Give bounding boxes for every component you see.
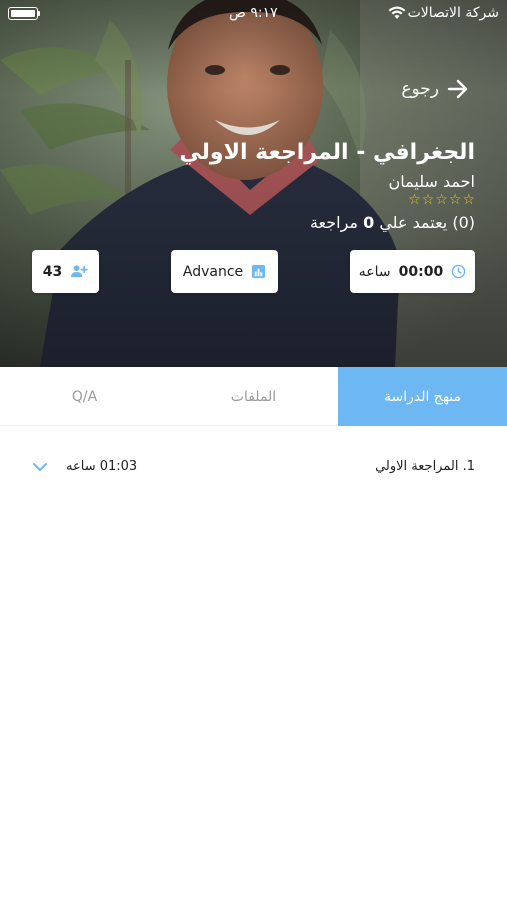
level-label: Advance bbox=[182, 263, 244, 280]
lesson-title: 1. المراجعة الاولي bbox=[375, 459, 475, 474]
reviews-summary: (0) يعتمد علي 0 مراجعة bbox=[310, 213, 475, 232]
clock-icon bbox=[451, 264, 466, 279]
reviews-suffix: مراجعة bbox=[309, 213, 364, 232]
duration-value: 00:00 bbox=[398, 263, 444, 280]
star-icon: ☆ bbox=[421, 192, 435, 208]
students-count: 43 bbox=[42, 263, 63, 280]
wifi-icon bbox=[388, 6, 406, 19]
star-icon: ☆ bbox=[408, 192, 421, 208]
lesson-row[interactable]: 1. المراجعة الاولي 01:03 ساعه bbox=[0, 445, 507, 491]
star-icon: ☆ bbox=[435, 192, 448, 208]
star-icon: ☆ bbox=[462, 192, 475, 208]
course-title: الجغرافي - المراجعة الاولي bbox=[179, 140, 475, 165]
course-hero: ٩:١٧ ص شركة الاتصالات رجوع الجغرافي - ال… bbox=[0, 0, 507, 367]
arrow-right-icon bbox=[447, 79, 468, 99]
course-tabs: Q/A الملفات منهج الدراسة bbox=[0, 367, 507, 426]
duration-card: ساعه 00:00 bbox=[350, 250, 475, 293]
rating-stars: ☆ ☆ ☆ ☆ ☆ bbox=[408, 193, 475, 207]
tab-files[interactable]: الملفات bbox=[169, 367, 338, 426]
carrier-name: شركة الاتصالات bbox=[407, 5, 499, 21]
bar-chart-icon bbox=[252, 264, 266, 279]
star-icon: ☆ bbox=[448, 192, 462, 208]
students-card: 43 bbox=[32, 250, 99, 293]
back-label: رجوع bbox=[401, 79, 439, 99]
level-card: Advance bbox=[171, 250, 278, 293]
lesson-duration: 01:03 ساعه bbox=[66, 459, 138, 474]
tab-qa[interactable]: Q/A bbox=[0, 367, 169, 426]
reviews-count: 0 bbox=[363, 213, 375, 232]
battery-icon bbox=[8, 7, 38, 20]
add-user-icon bbox=[71, 265, 89, 278]
instructor-name[interactable]: احمد سليمان bbox=[389, 172, 475, 191]
duration-unit: ساعه bbox=[358, 263, 391, 280]
status-bar: ٩:١٧ ص شركة الاتصالات bbox=[0, 0, 507, 30]
reviews-prefix: (0) يعتمد علي bbox=[374, 213, 475, 232]
chevron-down-icon[interactable] bbox=[32, 462, 48, 472]
battery-cap bbox=[38, 11, 40, 16]
back-button[interactable]: رجوع bbox=[401, 76, 469, 102]
status-time: ٩:١٧ ص bbox=[229, 5, 278, 21]
tab-curriculum[interactable]: منهج الدراسة bbox=[338, 367, 507, 426]
